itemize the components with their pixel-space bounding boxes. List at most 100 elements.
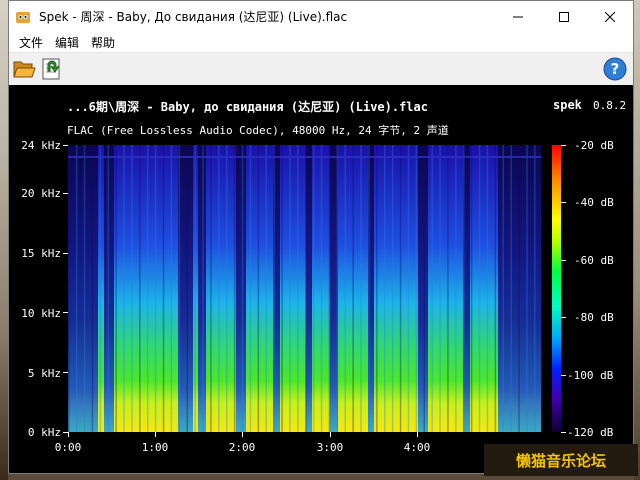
y-tick-label: 5 kHz <box>27 367 61 380</box>
spectrogram-streak <box>423 145 425 432</box>
close-button[interactable] <box>587 1 633 32</box>
colorbar-tick-mark <box>561 202 566 204</box>
spectrogram-streak <box>297 145 299 432</box>
spectrogram-streak <box>226 145 228 432</box>
spek-window: Spek - 周深 - Baby, До свидания (达尼亚) (Liv… <box>8 0 634 474</box>
spectrogram-streak <box>431 145 433 432</box>
spectrogram-streak <box>91 145 94 432</box>
y-tick-label: 15 kHz <box>21 247 61 260</box>
spectrogram-streak <box>391 145 394 432</box>
colorbar-tick-mark <box>561 145 566 146</box>
spectrogram-streak <box>312 145 315 432</box>
spectrogram-streak <box>68 145 70 432</box>
x-tick-mark <box>242 432 244 437</box>
colorbar-tick-mark <box>561 317 566 319</box>
spectrogram-streak <box>328 145 331 432</box>
spectrogram-streak <box>281 145 283 432</box>
x-tick-label: 0:00 <box>54 441 82 454</box>
y-tick-label: 24 kHz <box>21 139 61 152</box>
spectrogram-plot[interactable] <box>68 145 541 432</box>
spectrogram-quiet-band <box>198 145 206 432</box>
spectrogram-streak <box>376 145 378 432</box>
spectrogram-streak <box>494 145 497 432</box>
spectrogram-streak <box>518 145 520 432</box>
maximize-icon <box>559 11 569 22</box>
spectrogram-streak <box>415 145 418 432</box>
colorbar-tick-mark <box>561 432 566 433</box>
colorbar-tick-label: -120 dB <box>567 426 614 439</box>
folder-open-icon <box>13 61 36 78</box>
colorbar <box>552 145 561 432</box>
spectrogram-streak <box>399 145 402 432</box>
spectrogram-streak <box>99 145 102 432</box>
forum-watermark: 懒猫音乐论坛 <box>484 444 638 476</box>
menu-file[interactable]: 文件 <box>13 34 49 51</box>
spectrogram-streak <box>162 145 165 432</box>
spectrogram-streak <box>123 145 125 432</box>
maximize-button[interactable] <box>541 1 587 32</box>
spectrogram-streak <box>154 145 157 432</box>
spectrogram-streak <box>320 145 323 432</box>
spectrogram-streak <box>265 145 267 432</box>
spectrogram-streak <box>526 145 528 432</box>
window-controls <box>495 1 633 32</box>
toolbar: ? <box>9 52 633 86</box>
y-tick-mark <box>63 192 68 194</box>
x-tick-mark <box>416 432 418 437</box>
y-tick-label: 0 kHz <box>27 426 61 439</box>
spectrogram-streak <box>241 145 244 432</box>
spectrogram-streak <box>202 145 204 432</box>
spectrogram-streak <box>336 145 339 432</box>
colorbar-tick-label: -20 dB <box>574 139 614 152</box>
colorbar-tick-mark <box>561 259 566 261</box>
colorbar-tick-label: -60 dB <box>574 254 614 267</box>
spectrogram-quiet-band <box>418 145 428 432</box>
spectrogram-streak <box>305 145 307 432</box>
x-tick-label: 1:00 <box>141 441 169 454</box>
spectrogram-streak <box>170 145 173 432</box>
spectrogram-streak <box>478 145 481 432</box>
spectrogram-streak <box>249 145 252 432</box>
spectrogram-streak <box>131 145 133 432</box>
x-tick-mark <box>68 432 69 437</box>
y-tick-mark <box>63 145 68 146</box>
spectrogram-streak <box>502 145 504 432</box>
spek-app-icon <box>16 11 30 23</box>
minimize-button[interactable] <box>495 1 541 32</box>
x-tick-mark <box>155 432 157 437</box>
desktop-background-left <box>0 0 8 480</box>
spectrogram-streak <box>75 145 78 432</box>
desktop-background-right <box>634 0 640 480</box>
spectrogram-streak <box>186 145 188 432</box>
y-tick-mark <box>63 252 68 254</box>
spectrogram-streak <box>455 145 457 432</box>
spectrum-file-info: FLAC (Free Lossless Audio Codec), 48000 … <box>67 124 449 137</box>
spectrogram-streak <box>352 145 354 432</box>
y-tick-mark <box>63 312 68 314</box>
spectrogram-quiet-band <box>306 145 312 432</box>
y-tick-label: 10 kHz <box>21 307 61 320</box>
colorbar-tick-label: -80 dB <box>574 311 614 324</box>
spectrogram-streak <box>407 145 410 432</box>
spectrogram-streak <box>210 145 212 432</box>
menu-edit[interactable]: 编辑 <box>49 34 85 51</box>
spectrogram-streak <box>115 145 117 432</box>
spectrogram-quiet-band <box>178 145 193 432</box>
title-bar[interactable]: Spek - 周深 - Baby, До свидания (达尼亚) (Liv… <box>9 1 633 32</box>
help-icon[interactable]: ? <box>603 57 627 81</box>
x-tick-label: 3:00 <box>316 441 344 454</box>
menu-help[interactable]: 帮助 <box>85 34 121 51</box>
spectrogram-streak <box>83 145 86 432</box>
spectrogram-streak <box>147 145 149 432</box>
colorbar-tick-label: -100 dB <box>567 369 614 382</box>
save-export-button[interactable] <box>39 56 65 82</box>
x-tick-mark <box>329 432 331 437</box>
y-tick-mark <box>63 372 68 374</box>
window-title: Spek - 周深 - Baby, До свидания (达尼亚) (Liv… <box>39 10 348 24</box>
spectrogram-streak <box>139 145 141 432</box>
spectrogram-streak <box>218 145 220 432</box>
open-file-button[interactable] <box>11 56 37 82</box>
spectrogram-canvas <box>68 145 541 432</box>
spectrogram-streak <box>486 145 489 432</box>
spectrogram-streak <box>273 145 275 432</box>
